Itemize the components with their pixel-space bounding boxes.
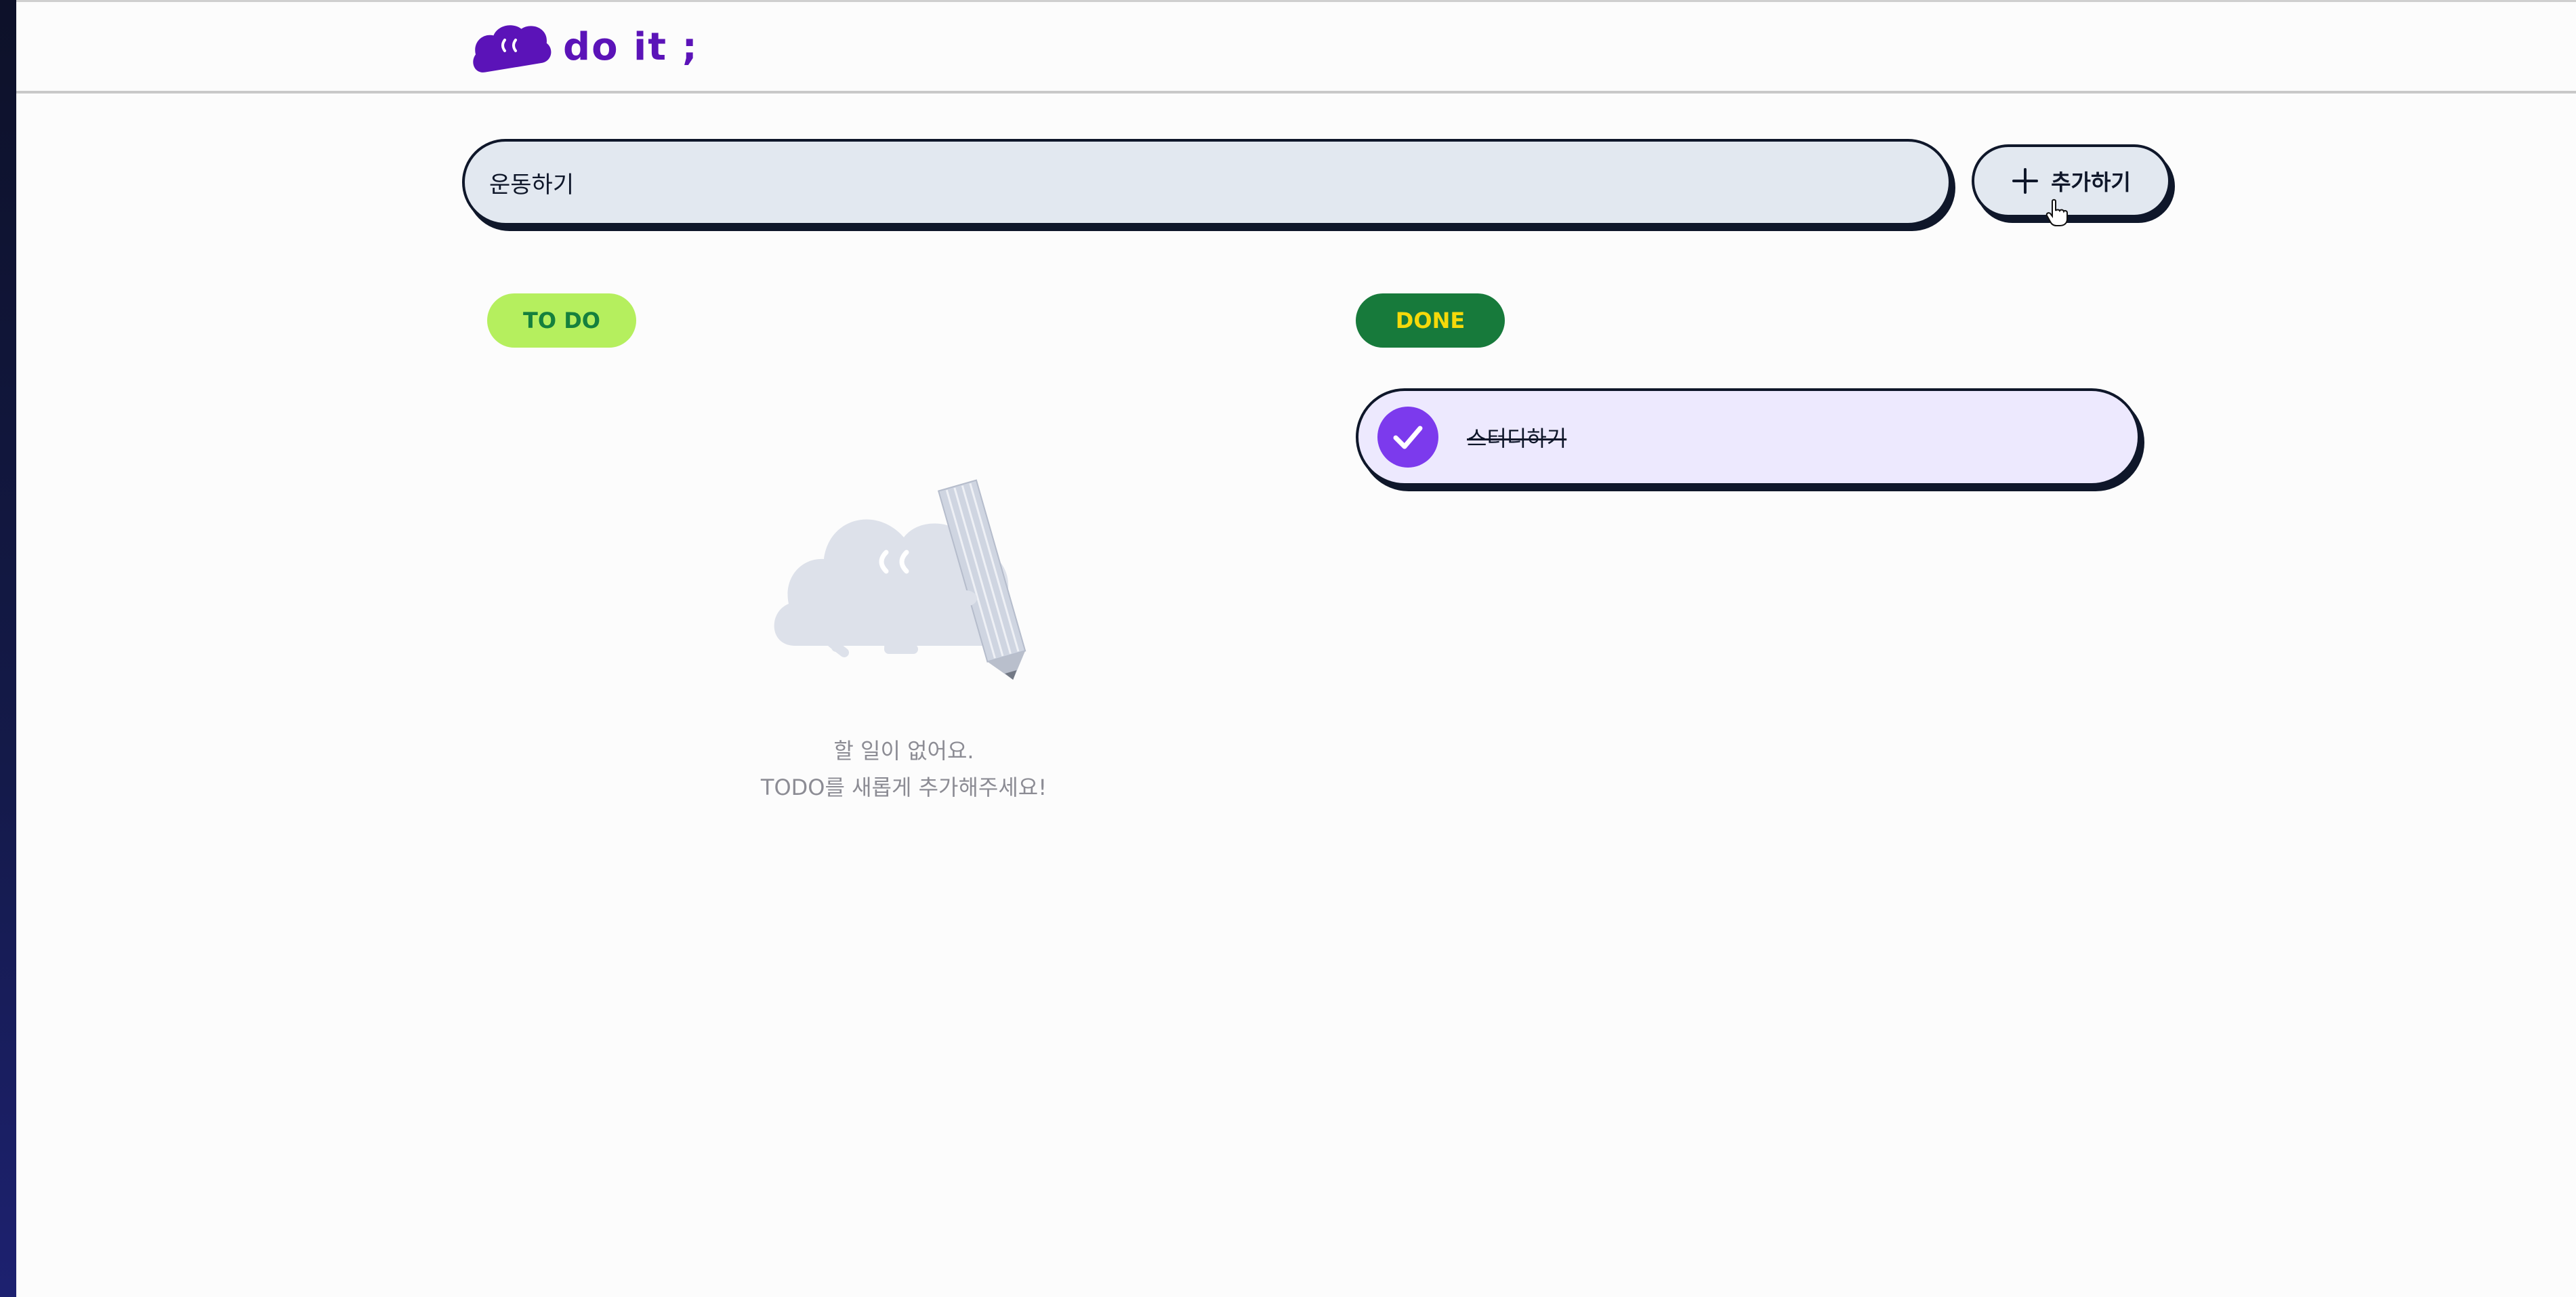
add-button-label: 추가하기 — [2051, 169, 2131, 195]
todo-empty-state: 할 일이 없어요. TODO를 새롭게 추가해주세요! — [734, 476, 1073, 806]
hand-pointer-icon — [2045, 199, 2068, 226]
done-checkbox[interactable] — [1377, 407, 1438, 468]
logo[interactable]: do it ; — [467, 20, 699, 74]
plus-icon — [2012, 168, 2039, 194]
empty-message-line-1: 할 일이 없어요. — [833, 738, 974, 764]
todo-section-badge: TO DO — [487, 293, 636, 348]
logo-cloud-icon — [473, 25, 552, 73]
add-button[interactable]: 추가하기 — [1972, 144, 2171, 218]
logo-text: do it ; — [563, 24, 699, 69]
check-icon — [1393, 426, 1423, 449]
app-window: do it ; 추가하기 TO DO DONE — [16, 0, 2576, 1297]
todo-input[interactable] — [462, 139, 1951, 226]
done-item-label: 스터디하기 — [1467, 426, 1567, 451]
empty-message-line-2: TODO를 새롭게 추가해주세요! — [760, 775, 1047, 800]
done-item[interactable]: 스터디하기 — [1356, 388, 2140, 486]
done-section-badge: DONE — [1356, 293, 1505, 348]
empty-todo-illustration — [774, 479, 1026, 680]
empty-message: 할 일이 없어요. TODO를 새롭게 추가해주세요! — [734, 733, 1073, 806]
desktop-background — [0, 0, 16, 1297]
top-header: do it ; — [16, 2, 2576, 94]
